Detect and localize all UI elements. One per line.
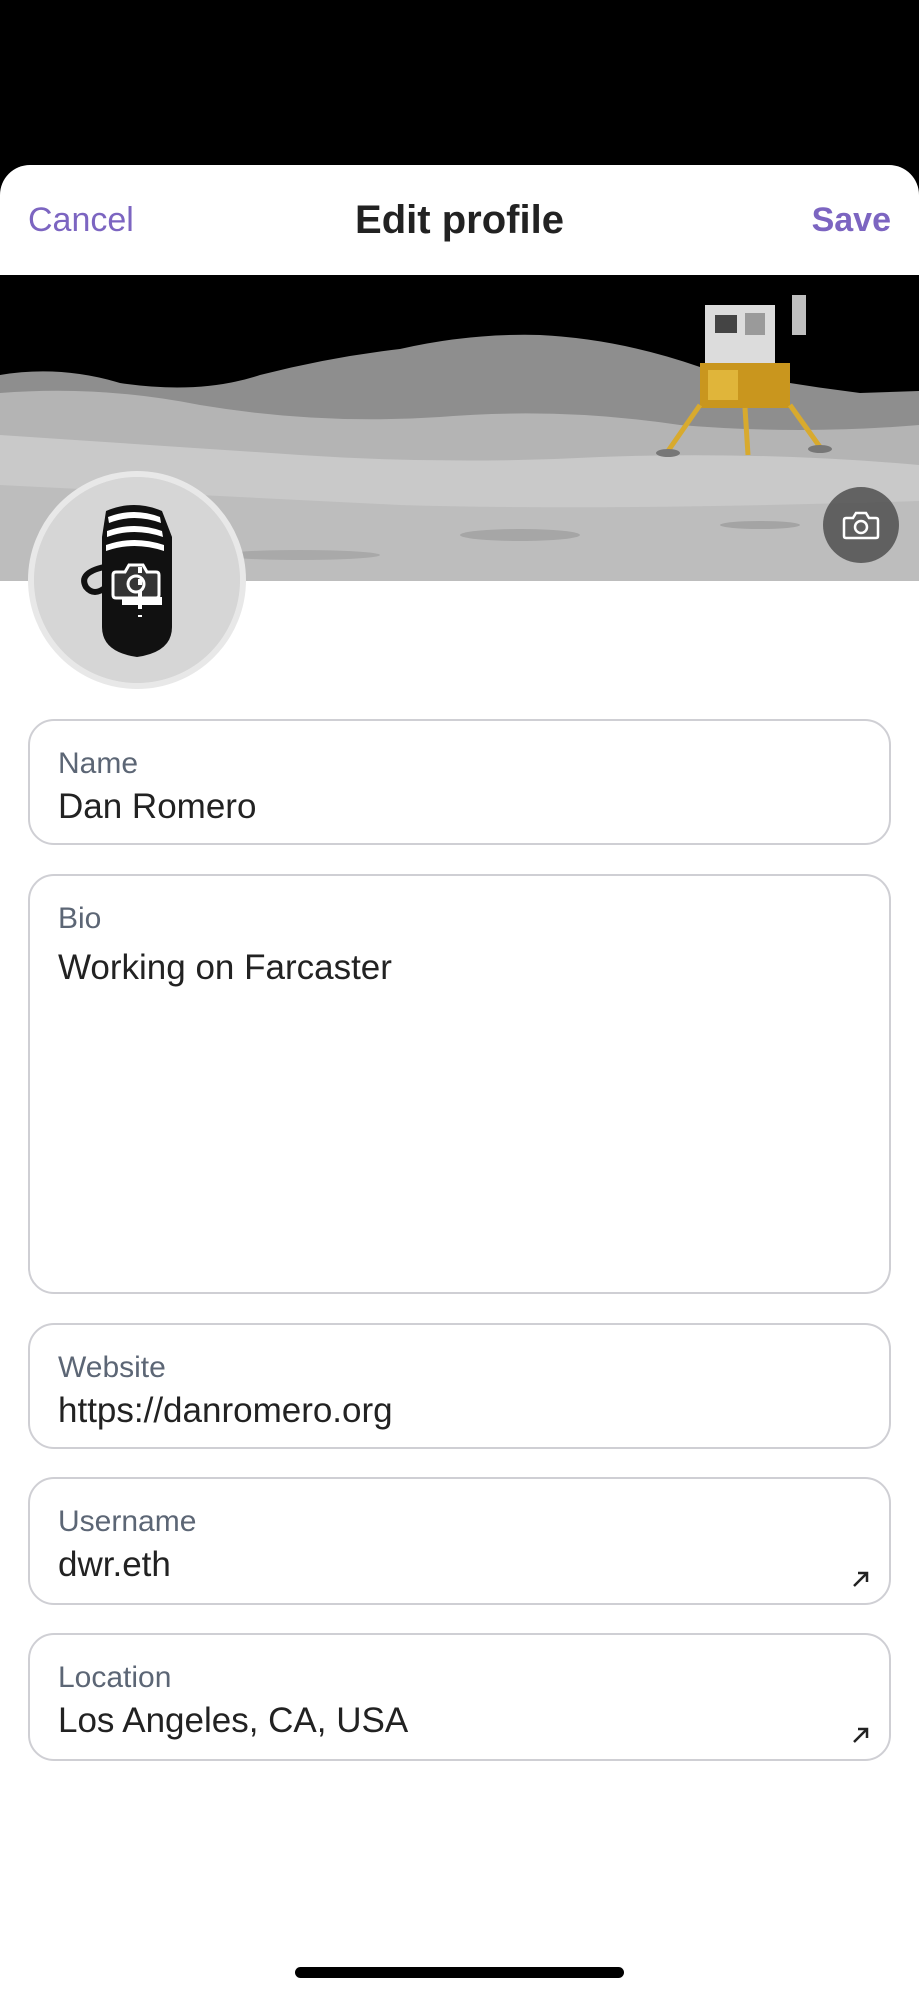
location-value[interactable]: Los Angeles, CA, USA xyxy=(58,1701,408,1741)
camera-icon xyxy=(111,563,161,600)
website-label: Website xyxy=(58,1351,166,1384)
avatar-camera-button[interactable] xyxy=(110,561,162,601)
save-button[interactable]: Save xyxy=(812,201,891,240)
header: Cancel Edit profile Save xyxy=(0,165,919,275)
arrow-up-right-icon[interactable] xyxy=(847,1565,875,1593)
name-field[interactable]: Name Dan Romero xyxy=(28,719,891,845)
cancel-button[interactable]: Cancel xyxy=(28,201,134,240)
website-field[interactable]: Website https://danromero.org xyxy=(28,1323,891,1449)
home-indicator xyxy=(295,1967,624,1978)
page-title: Edit profile xyxy=(355,197,564,242)
bio-label: Bio xyxy=(58,902,102,935)
username-field[interactable]: Username dwr.eth xyxy=(28,1477,891,1605)
bio-field[interactable]: Bio Working on Farcaster xyxy=(28,874,891,1294)
website-input[interactable]: https://danromero.org xyxy=(58,1391,393,1431)
username-label: Username xyxy=(58,1505,197,1538)
bio-textarea[interactable]: Working on Farcaster xyxy=(58,948,392,988)
location-label: Location xyxy=(58,1661,172,1694)
name-input[interactable]: Dan Romero xyxy=(58,787,256,827)
name-label: Name xyxy=(58,747,139,780)
edit-profile-sheet: Cancel Edit profile Save Name Dan Romero… xyxy=(0,165,919,2000)
camera-icon xyxy=(842,511,880,540)
banner-camera-button[interactable] xyxy=(823,487,899,563)
arrow-up-right-icon[interactable] xyxy=(847,1721,875,1749)
avatar[interactable] xyxy=(28,471,246,689)
username-value[interactable]: dwr.eth xyxy=(58,1545,171,1585)
location-field[interactable]: Location Los Angeles, CA, USA xyxy=(28,1633,891,1761)
